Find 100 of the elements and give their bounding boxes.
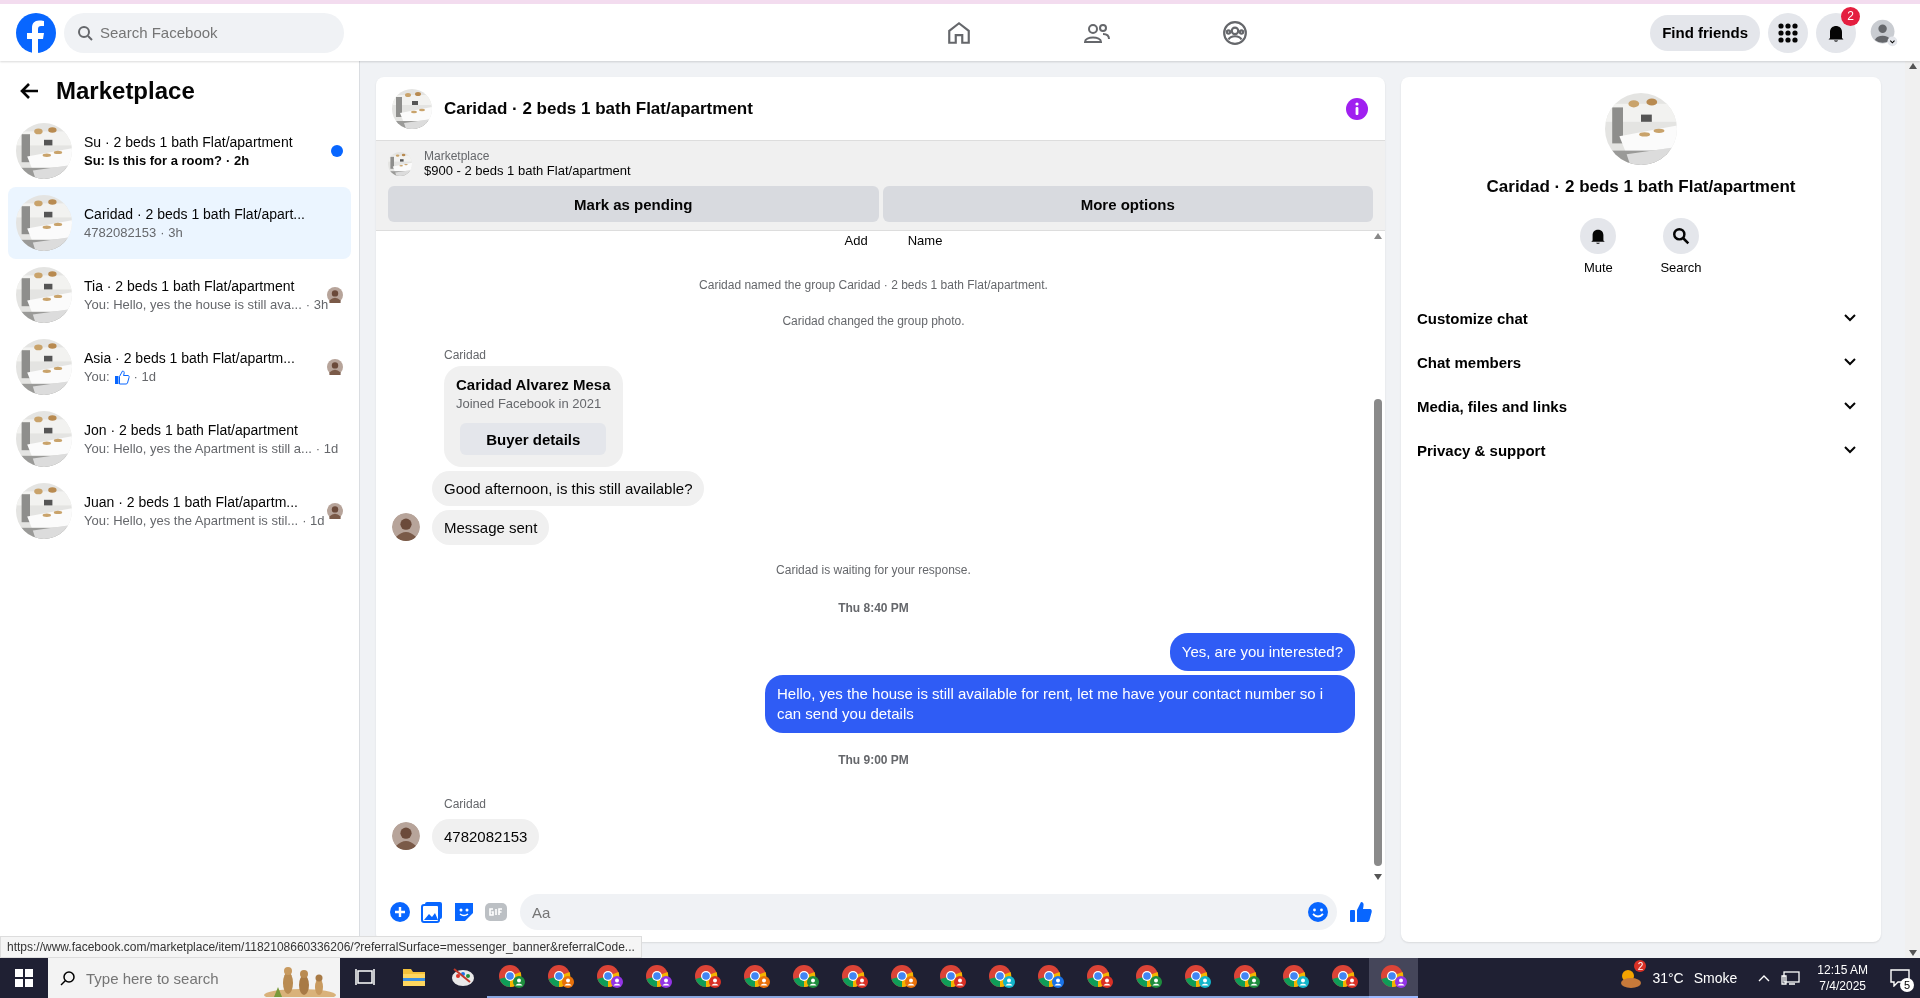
temperature: 31°C	[1652, 970, 1684, 986]
conversation-title: Tia · 2 beds 1 bath Flat/apartment	[84, 278, 296, 294]
conversation-time: · 2h	[225, 153, 250, 168]
sender-name: Caridad	[444, 348, 487, 362]
conversation-preview: You: Hello, yes the house is still ava...	[84, 297, 302, 312]
chrome-icon	[1379, 964, 1408, 990]
conversation-item[interactable]: Su · 2 beds 1 bath Flat/apartment Su: Is this for a room? · 2h	[8, 115, 351, 187]
menu-button[interactable]	[1768, 12, 1808, 53]
message-bubble: Hello, yes the house is still available for rent, let me have your contact number so i can send you details	[765, 675, 1355, 733]
chrome-icon	[987, 964, 1016, 990]
scroll-up-icon[interactable]	[1374, 233, 1382, 239]
chrome-icon	[1085, 964, 1114, 990]
listing-title: $900 - 2 beds 1 bath Flat/apartment	[424, 163, 631, 178]
chrome-icon	[1036, 964, 1065, 990]
conversation-preview: You:	[84, 369, 110, 384]
conversation-time: · 1d	[302, 513, 325, 528]
details-section[interactable]: Customize chat	[1417, 296, 1865, 340]
plus-icon[interactable]	[388, 900, 412, 924]
task-view-icon	[354, 968, 375, 986]
avatar	[392, 822, 420, 850]
menu-icon	[1778, 22, 1798, 43]
chrome-icon	[1281, 964, 1310, 990]
facebook-logo[interactable]	[16, 12, 56, 53]
scrollbar[interactable]	[1371, 231, 1385, 882]
weather-badge: 2	[1634, 960, 1647, 972]
message-bubble: Good afternoon, is this still available?	[432, 471, 705, 506]
avatar	[327, 503, 343, 519]
conversation-item[interactable]: Tia · 2 beds 1 bath Flat/apartment You: Hello, yes the house is still ava... · 3h	[8, 259, 351, 331]
avatar	[327, 287, 343, 303]
conversation-title: Caridad · 2 beds 1 bath Flat/apart...	[84, 206, 306, 222]
chrome-icon	[938, 964, 967, 990]
monitor-icon[interactable]	[1781, 970, 1802, 986]
system-message: Caridad named the group Caridad · 2 beds 1 bath Flat/apartment.	[699, 278, 1048, 292]
sidebar-title: Marketplace	[56, 77, 195, 105]
conversation-item[interactable]: Asia · 2 beds 1 bath Flat/apartm... You: · 1d	[8, 331, 351, 403]
mute-button[interactable]: Mute	[1574, 217, 1623, 276]
chrome-icon	[595, 964, 624, 990]
column-label: Add	[844, 233, 868, 248]
conversation-item[interactable]: Jon · 2 beds 1 bath Flat/apartment You: Hello, yes the Apartment is still a... · 1d	[8, 403, 351, 475]
search-button[interactable]: Search	[1654, 217, 1708, 276]
folder-icon	[401, 967, 426, 987]
avatar	[392, 513, 420, 541]
chrome-icon	[1232, 964, 1261, 990]
search-icon	[60, 970, 76, 986]
conversation-title: Su · 2 beds 1 bath Flat/apartment	[84, 134, 294, 150]
chrome-icon	[840, 964, 869, 990]
details-section[interactable]: Chat members	[1417, 340, 1865, 384]
listing-action-button[interactable]: Mark as pending	[388, 186, 879, 222]
find-friends-button[interactable]: Find friends	[1650, 14, 1760, 51]
scroll-down-icon[interactable]	[1908, 950, 1917, 956]
column-label: Name	[907, 233, 943, 248]
search-field[interactable]: Search Facebook	[64, 12, 344, 53]
listing-action-button[interactable]: More options	[882, 186, 1373, 222]
timestamp: Thu 8:40 PM	[838, 601, 909, 615]
scrollbar[interactable]	[1905, 61, 1920, 958]
scroll-down-icon[interactable]	[1374, 874, 1382, 880]
thumbs-up-icon	[113, 368, 130, 385]
image-icon[interactable]	[420, 900, 444, 924]
message-bubble: Message sent	[432, 510, 550, 545]
scroll-up-icon[interactable]	[1908, 63, 1917, 69]
listing-source: Marketplace	[424, 149, 491, 163]
message-field[interactable]: Aa	[520, 894, 1337, 930]
info-icon[interactable]	[1345, 96, 1369, 121]
sender-name: Caridad	[444, 797, 487, 811]
groups-icon	[1222, 19, 1249, 46]
sticker-icon[interactable]	[452, 900, 476, 924]
chat-title: Caridad · 2 beds 1 bath Flat/apartment	[444, 98, 754, 119]
chrome-icon	[889, 964, 918, 990]
emoji-icon[interactable]	[1307, 901, 1329, 923]
notification-badge: 2	[1841, 6, 1860, 26]
notification-icon[interactable]	[1890, 969, 1910, 987]
buyer-details-button[interactable]: Buyer details	[460, 423, 607, 455]
system-message: Caridad is waiting for your response.	[776, 563, 971, 577]
notification-count: 5	[1900, 978, 1914, 992]
details-section[interactable]: Media, files and links	[1417, 384, 1865, 428]
status-url: https://www.facebook.com/marketplace/item/1182108660336206/?referralSurface=messenger_banner&referralCode...	[0, 936, 642, 958]
conversation-preview: Su: Is this for a room?	[84, 153, 222, 168]
thumbs-up-icon[interactable]	[1349, 900, 1373, 924]
home-icon	[946, 19, 973, 46]
details-section[interactable]: Privacy & support	[1417, 428, 1865, 472]
conversation-preview: 4782082153	[84, 225, 157, 240]
conversation-title: Juan · 2 beds 1 bath Flat/apartm...	[84, 494, 299, 510]
palette-icon	[449, 966, 476, 988]
chrome-icon	[693, 964, 722, 990]
conversation-title: Jon · 2 beds 1 bath Flat/apartment	[84, 422, 299, 438]
conversation-item[interactable]: Juan · 2 beds 1 bath Flat/apartm... You: Hello, yes the Apartment is stil... · 1d	[8, 475, 351, 547]
clock-time: 12:15 AM	[1817, 962, 1868, 978]
notifications-button[interactable]	[1816, 12, 1856, 53]
conversation-item[interactable]: Caridad · 2 beds 1 bath Flat/apart... 4782082153 · 3h	[8, 187, 351, 259]
back-arrow-icon[interactable]	[20, 81, 40, 101]
caret-icon[interactable]	[1757, 973, 1772, 983]
chat-details-title: Caridad · 2 beds 1 bath Flat/apartment	[1486, 177, 1796, 197]
profile-subtitle: Joined Facebook in 2021	[456, 396, 603, 411]
chrome-icon	[1183, 964, 1212, 990]
weather-condition: Smoke	[1693, 970, 1738, 986]
conversation-time: · 3h	[305, 297, 329, 312]
avatar	[327, 359, 343, 375]
conversation-preview: You: Hello, yes the Apartment is still a...	[84, 441, 312, 456]
message-bubble: 4782082153	[432, 819, 540, 854]
conversation-time: · 1d	[133, 369, 156, 384]
